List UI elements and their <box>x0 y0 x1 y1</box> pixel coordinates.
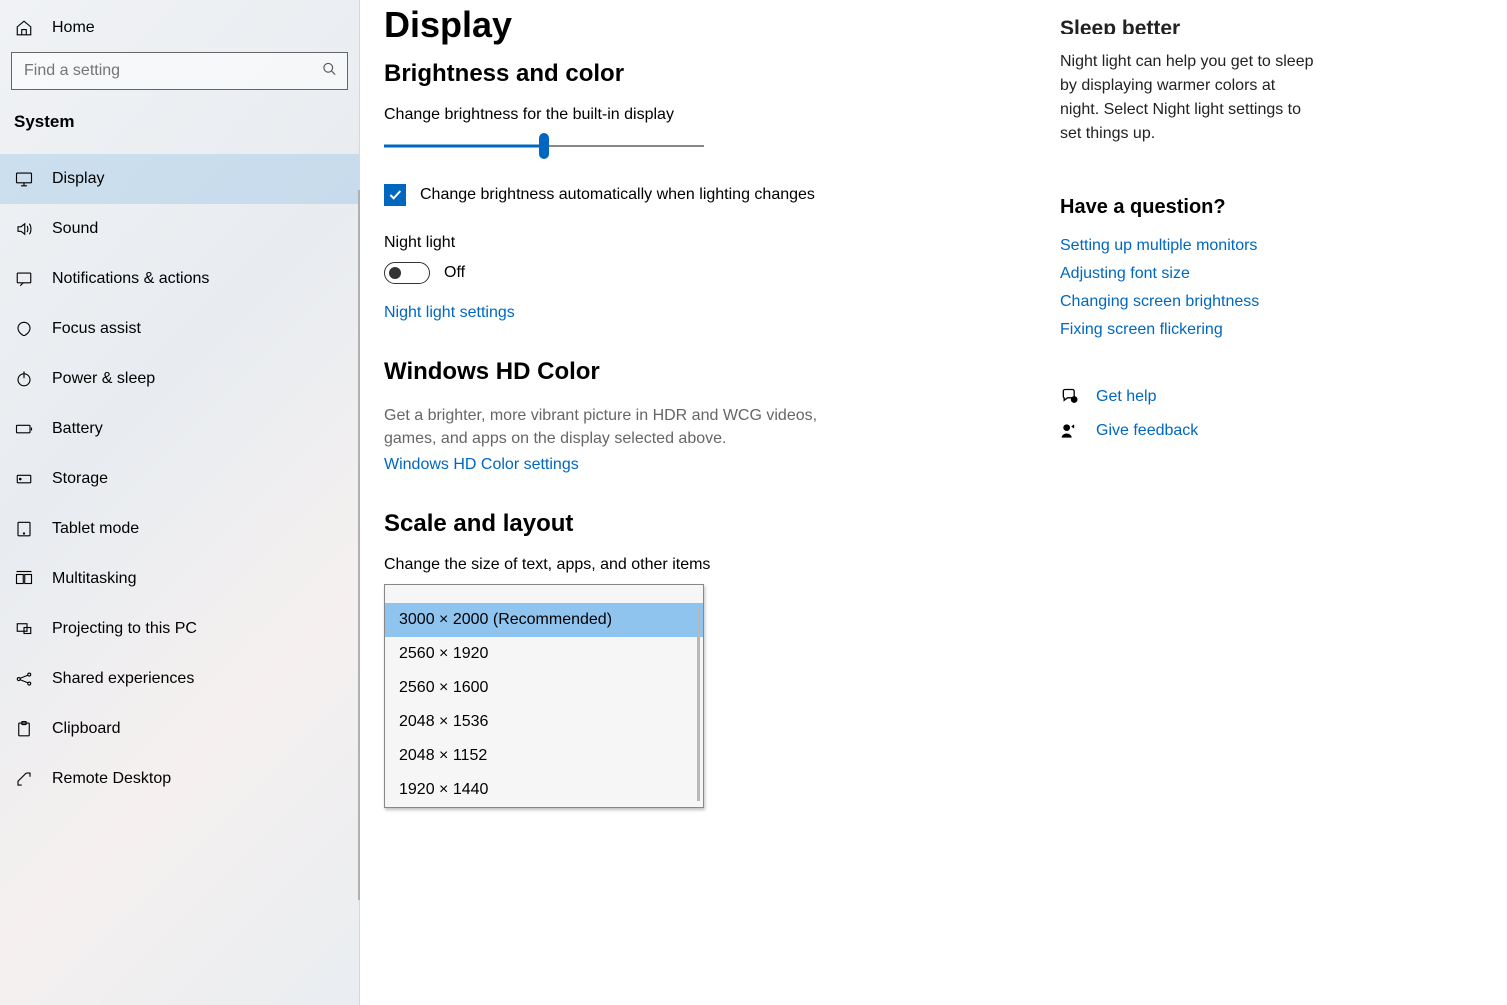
sidebar-item-label: Tablet mode <box>52 520 139 538</box>
brightness-slider-label: Change brightness for the built-in displ… <box>384 106 1044 124</box>
help-links-list: Setting up multiple monitors Adjusting fo… <box>1060 237 1314 339</box>
slider-thumb[interactable] <box>539 133 549 159</box>
sidebar-item-project[interactable]: Projecting to this PC <box>0 604 359 654</box>
sidebar-item-multitask[interactable]: Multitasking <box>0 554 359 604</box>
slider-fill <box>384 145 544 148</box>
sidebar-item-battery[interactable]: Battery <box>0 404 359 454</box>
section-hdcolor-heading: Windows HD Color <box>384 358 1044 386</box>
night-light-state: Off <box>444 264 465 282</box>
sidebar-nav: Display Sound Notifications & actions Focus… <box>0 154 359 804</box>
get-help-link[interactable]: Get help <box>1096 388 1156 406</box>
sidebar-item-storage[interactable]: Storage <box>0 454 359 504</box>
sidebar: Home System Display Sound Notifications & … <box>0 0 360 1005</box>
sound-icon <box>14 219 34 239</box>
sidebar-item-label: Multitasking <box>52 570 136 588</box>
home-icon <box>14 18 34 38</box>
hdcolor-settings-link[interactable]: Windows HD Color settings <box>384 456 1044 474</box>
sidebar-item-clipboard[interactable]: Clipboard <box>0 704 359 754</box>
help-link[interactable]: Fixing screen flickering <box>1060 321 1314 339</box>
help-link[interactable]: Setting up multiple monitors <box>1060 237 1314 255</box>
resolution-option[interactable]: 2048 × 1152 <box>385 739 703 773</box>
battery-icon <box>14 419 34 439</box>
notifications-icon <box>14 269 34 289</box>
chat-help-icon: ? <box>1060 387 1080 407</box>
get-help-row[interactable]: ? Get help <box>1060 387 1314 407</box>
page-title: Display <box>384 4 1044 46</box>
sidebar-item-label: Remote Desktop <box>52 770 171 788</box>
shared-icon <box>14 669 34 689</box>
content-column: Display Brightness and color Change brig… <box>384 0 1044 1005</box>
multitask-icon <box>14 569 34 589</box>
power-icon <box>14 369 34 389</box>
svg-text:?: ? <box>1073 398 1076 404</box>
sidebar-item-power[interactable]: Power & sleep <box>0 354 359 404</box>
search-input[interactable] <box>12 53 347 89</box>
resolution-option[interactable]: 2560 × 1600 <box>385 671 703 705</box>
help-link[interactable]: Adjusting font size <box>1060 265 1314 283</box>
sidebar-item-sound[interactable]: Sound <box>0 204 359 254</box>
night-light-label: Night light <box>384 234 1044 252</box>
feedback-icon <box>1060 421 1080 441</box>
give-feedback-link[interactable]: Give feedback <box>1096 422 1198 440</box>
sidebar-item-tablet[interactable]: Tablet mode <box>0 504 359 554</box>
sidebar-item-label: Battery <box>52 420 103 438</box>
sidebar-item-notifications[interactable]: Notifications & actions <box>0 254 359 304</box>
sidebar-item-label: Power & sleep <box>52 370 155 388</box>
question-heading: Have a question? <box>1060 196 1314 219</box>
brightness-slider[interactable] <box>384 134 704 158</box>
sleep-better-heading: Sleep better <box>1060 16 1314 34</box>
night-light-toggle-row: Off <box>384 262 1044 284</box>
auto-brightness-row: Change brightness automatically when lig… <box>384 184 1044 206</box>
home-label: Home <box>52 19 95 37</box>
sidebar-item-label: Display <box>52 170 104 188</box>
resolution-dropdown-open[interactable]: 3000 × 2000 (Recommended)2560 × 19202560… <box>384 584 704 808</box>
search-icon <box>322 62 337 81</box>
sidebar-item-label: Storage <box>52 470 108 488</box>
sidebar-item-display[interactable]: Display <box>0 154 359 204</box>
search-container <box>0 52 359 108</box>
sidebar-item-label: Clipboard <box>52 720 120 738</box>
section-brightness-heading: Brightness and color <box>384 60 1044 88</box>
storage-icon <box>14 469 34 489</box>
resolution-option[interactable]: 1920 × 1440 <box>385 773 703 807</box>
hdcolor-description: Get a brighter, more vibrant picture in … <box>384 404 864 450</box>
main-area: Display Brightness and color Change brig… <box>360 0 1507 1005</box>
focus-icon <box>14 319 34 339</box>
resolution-option[interactable]: 2560 × 1920 <box>385 637 703 671</box>
help-link[interactable]: Changing screen brightness <box>1060 293 1314 311</box>
sidebar-item-shared[interactable]: Shared experiences <box>0 654 359 704</box>
category-label: System <box>0 108 359 154</box>
auto-brightness-label: Change brightness automatically when lig… <box>420 186 815 204</box>
give-feedback-row[interactable]: Give feedback <box>1060 421 1314 441</box>
toggle-knob <box>389 267 401 279</box>
project-icon <box>14 619 34 639</box>
auto-brightness-checkbox[interactable] <box>384 184 406 206</box>
night-light-toggle[interactable] <box>384 262 430 284</box>
resolution-option[interactable]: 3000 × 2000 (Recommended) <box>385 603 703 637</box>
sidebar-item-label: Notifications & actions <box>52 270 209 288</box>
remote-icon <box>14 769 34 789</box>
search-box[interactable] <box>11 52 348 90</box>
section-scale-heading: Scale and layout <box>384 510 1044 538</box>
sidebar-item-label: Shared experiences <box>52 670 194 688</box>
resolution-option[interactable]: 2048 × 1536 <box>385 705 703 739</box>
home-button[interactable]: Home <box>0 12 359 52</box>
aside-column: Sleep better Night light can help you ge… <box>1044 0 1344 1005</box>
night-light-settings-link[interactable]: Night light settings <box>384 304 1044 322</box>
sidebar-item-label: Focus assist <box>52 320 141 338</box>
sidebar-item-label: Sound <box>52 220 98 238</box>
sidebar-item-remote[interactable]: Remote Desktop <box>0 754 359 804</box>
clipboard-icon <box>14 719 34 739</box>
sidebar-item-label: Projecting to this PC <box>52 620 197 638</box>
sidebar-item-focus[interactable]: Focus assist <box>0 304 359 354</box>
sleep-better-text: Night light can help you get to sleep by… <box>1060 50 1314 146</box>
tablet-icon <box>14 519 34 539</box>
scale-label: Change the size of text, apps, and other… <box>384 556 1044 574</box>
settings-app: Home System Display Sound Notifications & … <box>0 0 1507 1005</box>
display-icon <box>14 169 34 189</box>
